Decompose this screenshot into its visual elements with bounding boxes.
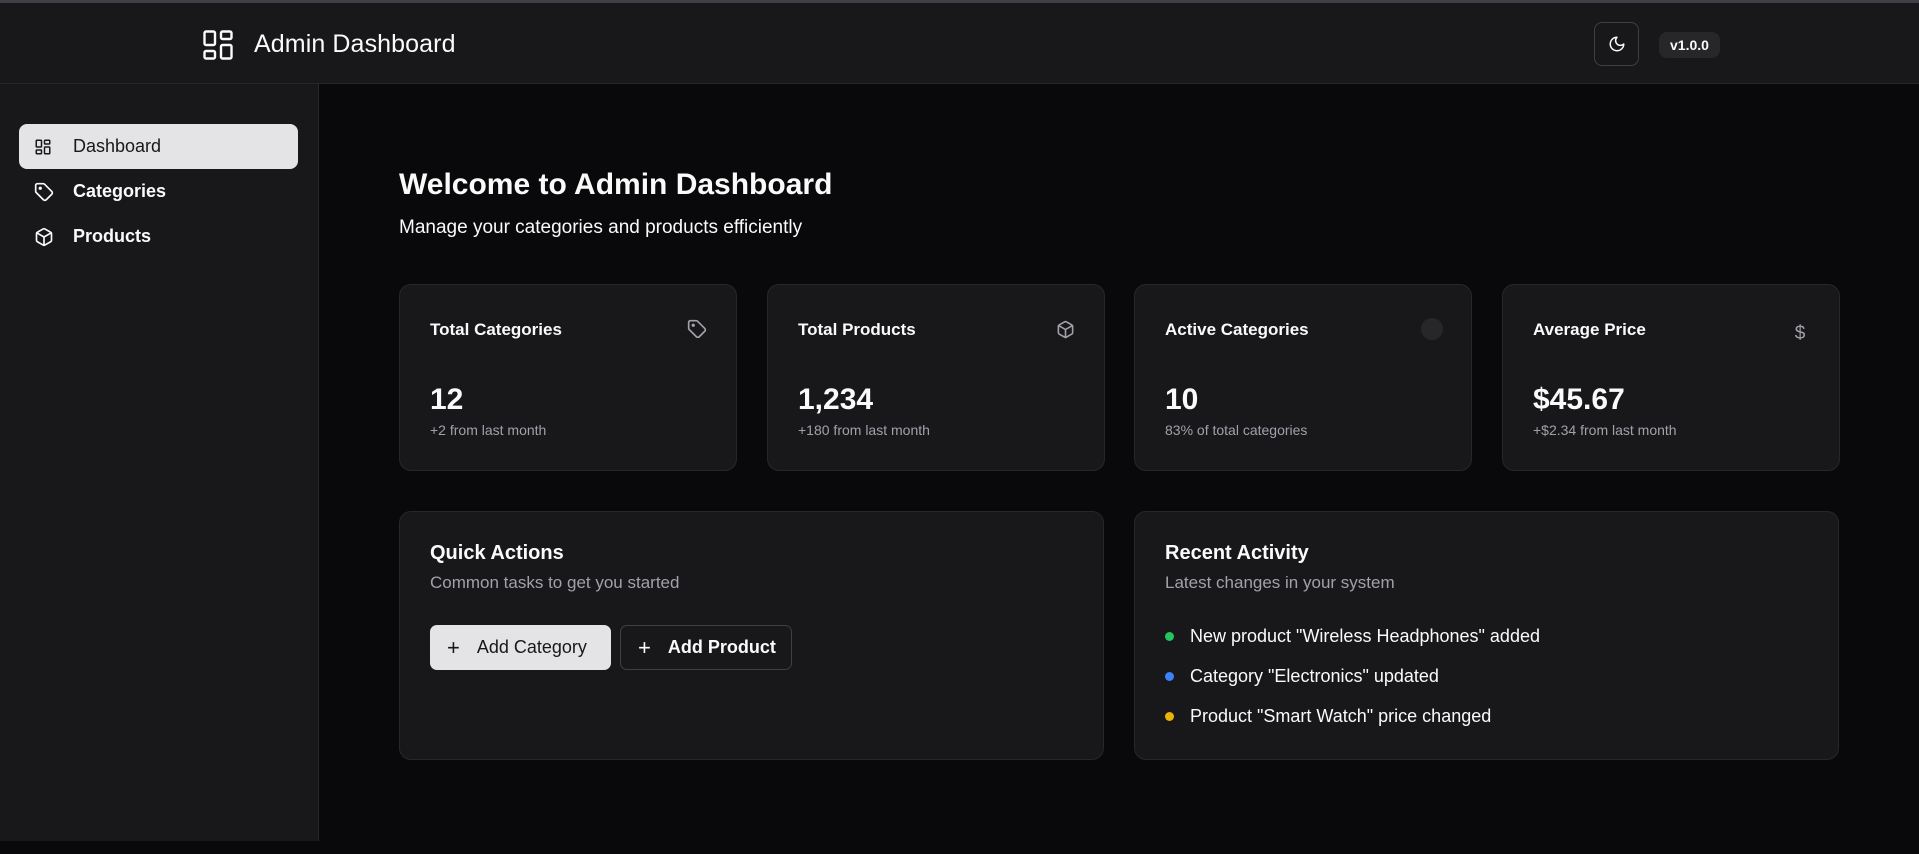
moon-icon	[1609, 36, 1624, 52]
stat-card-active-categories: Active Categories 10 83% of total catego…	[1134, 284, 1472, 471]
theme-toggle-button[interactable]	[1594, 22, 1639, 66]
stat-value: 12	[430, 383, 464, 416]
activity-item: Product "Smart Watch" price changed	[1165, 706, 1491, 727]
package-icon	[1054, 318, 1076, 340]
sidebar-item-label: Categories	[73, 181, 167, 201]
tag-icon	[686, 318, 708, 340]
recent-activity-description: Latest changes in your system	[1165, 573, 1395, 592]
app-title: Admin Dashboard	[254, 30, 456, 58]
add-product-label: Add Product	[667, 637, 776, 657]
stat-title: Average Price	[1533, 320, 1646, 339]
status-dot-icon	[1421, 318, 1443, 340]
quick-actions-title: Quick Actions	[430, 542, 564, 564]
status-dot-icon	[1165, 672, 1174, 681]
stat-value: 1,234	[798, 383, 874, 416]
sidebar-item-dashboard[interactable]: Dashboard	[19, 124, 298, 169]
dollar-icon: $	[1794, 323, 1806, 344]
add-category-button[interactable]: + Add Category	[430, 625, 611, 670]
sidebar-item-label: Dashboard	[73, 136, 162, 156]
sidebar-item-products[interactable]: Products	[19, 214, 298, 259]
activity-item: Category "Electronics" updated	[1165, 666, 1439, 687]
page-title: Welcome to Admin Dashboard	[399, 168, 833, 201]
stat-card-total-products: Total Products 1,234 +180 from last mont…	[767, 284, 1105, 471]
activity-text: New product "Wireless Headphones" added	[1190, 626, 1540, 646]
plus-icon: +	[447, 634, 460, 660]
page-subtitle: Manage your categories and products effi…	[399, 217, 803, 238]
quick-actions-description: Common tasks to get you started	[430, 573, 680, 592]
activity-text: Category "Electronics" updated	[1190, 666, 1439, 686]
app-header: Admin Dashboard v1.0.0	[0, 3, 1919, 84]
stat-delta: +180 from last month	[798, 422, 930, 438]
layout-dashboard-icon[interactable]	[200, 27, 236, 63]
quick-actions-card: Quick Actions Common tasks to get you st…	[399, 511, 1104, 760]
status-dot-icon	[1165, 712, 1174, 721]
stat-value: 10	[1165, 383, 1199, 416]
stat-card-total-categories: Total Categories 12 +2 from last month	[399, 284, 737, 471]
add-category-label: Add Category	[476, 637, 587, 657]
sidebar-item-categories[interactable]: Categories	[19, 169, 298, 214]
activity-text: Product "Smart Watch" price changed	[1190, 706, 1492, 726]
status-dot-icon	[1165, 632, 1174, 641]
stat-value: $45.67	[1533, 383, 1625, 416]
sidebar: Dashboard Categories Products	[0, 84, 319, 841]
package-icon	[34, 227, 54, 247]
stat-delta: 83% of total categories	[1165, 422, 1308, 438]
version-badge: v1.0.0	[1659, 32, 1720, 58]
stat-title: Total Categories	[430, 320, 562, 339]
recent-activity-title: Recent Activity	[1165, 542, 1309, 564]
stat-card-average-price: Average Price $ $45.67 +$2.34 from last …	[1502, 284, 1840, 471]
stat-delta: +2 from last month	[430, 422, 547, 438]
recent-activity-card: Recent Activity Latest changes in your s…	[1134, 511, 1839, 760]
stat-title: Active Categories	[1165, 320, 1309, 339]
tag-icon	[34, 182, 54, 202]
layout-dashboard-icon	[34, 137, 54, 157]
stat-delta: +$2.34 from last month	[1533, 422, 1677, 438]
stat-title: Total Products	[798, 320, 916, 339]
add-product-button[interactable]: + Add Product	[620, 625, 792, 670]
plus-icon: +	[638, 634, 651, 660]
sidebar-item-label: Products	[73, 226, 152, 246]
activity-item: New product "Wireless Headphones" added	[1165, 626, 1540, 647]
